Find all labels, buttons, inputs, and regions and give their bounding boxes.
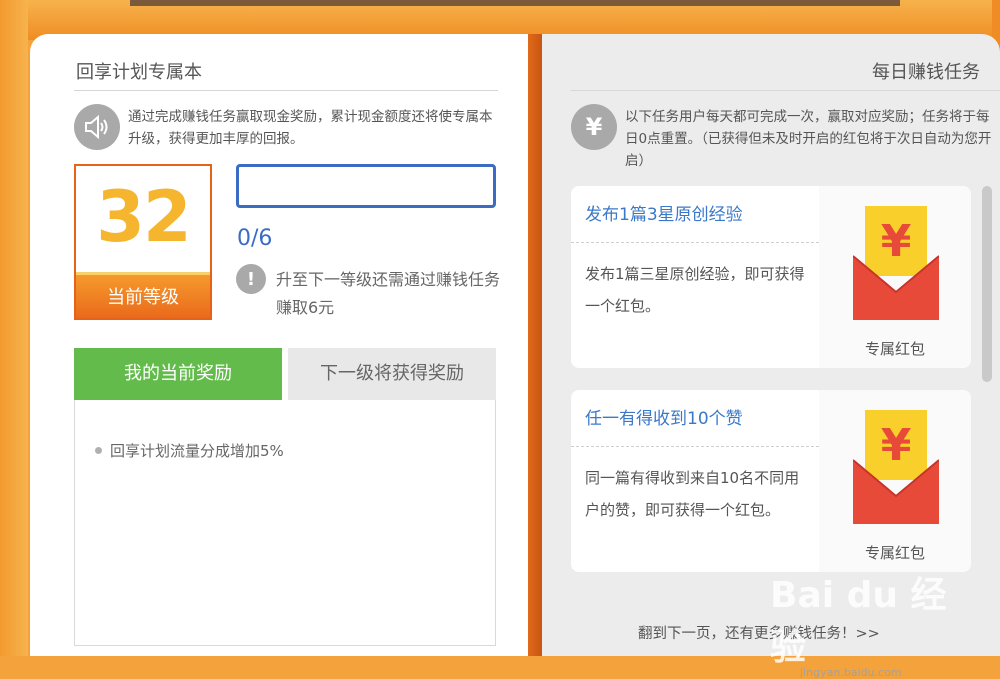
- left-notice-text: 通过完成赚钱任务赢取现金奖励，累计现金额度还将使专属本升级，获得更加丰厚的回报。: [128, 109, 493, 147]
- task-reward-label: 专属红包: [864, 340, 925, 358]
- level-label: 当前等级: [76, 272, 210, 318]
- right-page-title: 每日赚钱任务: [872, 62, 980, 83]
- task-list-scrollbar[interactable]: [982, 186, 992, 382]
- left-page-title: 回享计划专属本: [76, 62, 202, 83]
- task-reward-label: 专属红包: [864, 544, 925, 562]
- baidu-watermark: Bai du 经验 jingyan.baidu.com: [770, 566, 970, 679]
- top-bar: [130, 0, 900, 6]
- progress-text: 0/6: [237, 226, 273, 251]
- task-desc: 同一篇有得收到来自10名不同用户的赞，即可获得一个红包。: [585, 469, 800, 519]
- svg-text:¥: ¥: [881, 216, 912, 267]
- upgrade-hint: 升至下一等级还需通过赚钱任务赚取6元: [276, 270, 501, 317]
- tab-current-rewards[interactable]: 我的当前奖励: [74, 348, 282, 400]
- exclamation-icon: !: [236, 264, 266, 294]
- level-progress-bar: [236, 164, 496, 208]
- watermark-url: jingyan.baidu.com: [800, 666, 902, 679]
- svg-text:¥: ¥: [881, 420, 912, 471]
- reward-item-text: 回享计划流量分成增加5%: [110, 442, 284, 460]
- rewards-panel: 回享计划流量分成增加5%: [74, 400, 496, 646]
- task-desc: 发布1篇三星原创经验，即可获得一个红包。: [585, 265, 805, 315]
- task-title[interactable]: 发布1篇3星原创经验: [585, 200, 743, 225]
- frame-left: [0, 0, 28, 656]
- bullet-icon: [95, 447, 102, 454]
- task-card[interactable]: 发布1篇3星原创经验 发布1篇三星原创经验，即可获得一个红包。 ¥ 专属红包: [571, 186, 971, 368]
- task-reward: ¥ 专属红包: [819, 186, 971, 368]
- tab-next-rewards[interactable]: 下一级将获得奖励: [288, 348, 496, 400]
- right-notice-text: 以下任务用户每天都可完成一次，赢取对应奖励；任务将于每日0点重置。（已获得但未及…: [625, 109, 992, 169]
- task-title[interactable]: 任一有得收到10个赞: [585, 404, 743, 429]
- level-value: 32: [96, 176, 191, 258]
- watermark-brand: Bai du 经验: [770, 575, 947, 668]
- speaker-icon: [74, 104, 120, 150]
- level-badge: 32 当前等级: [74, 164, 212, 320]
- red-envelope-icon: ¥: [853, 206, 939, 320]
- task-card[interactable]: 任一有得收到10个赞 同一篇有得收到来自10名不同用户的赞，即可获得一个红包。 …: [571, 390, 971, 572]
- yen-icon: ¥: [571, 104, 617, 150]
- task-divider: [571, 242, 819, 243]
- reward-item: 回享计划流量分成增加5%: [95, 440, 284, 461]
- red-envelope-icon: ¥: [853, 410, 939, 524]
- task-reward: ¥ 专属红包: [819, 390, 971, 572]
- task-divider: [571, 446, 819, 447]
- right-title-divider: [571, 90, 1000, 91]
- left-title-divider: [74, 90, 498, 91]
- book-spine: [528, 34, 542, 656]
